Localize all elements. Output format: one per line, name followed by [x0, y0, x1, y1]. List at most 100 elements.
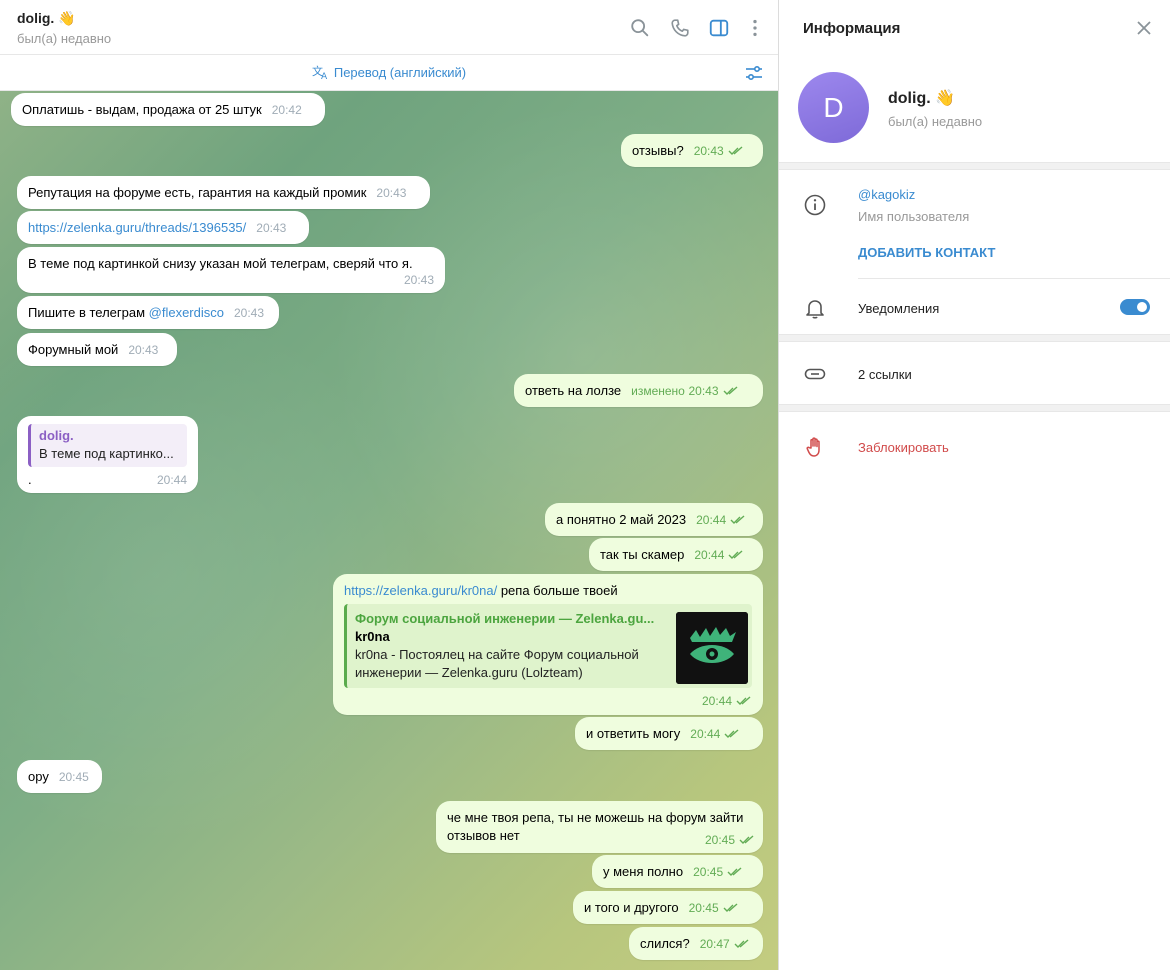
- close-icon[interactable]: [1136, 20, 1152, 36]
- toggle-knob: [1135, 300, 1149, 314]
- add-contact-button[interactable]: ДОБАВИТЬ КОНТАКТ: [858, 245, 995, 260]
- shared-links-item[interactable]: 2 ссылки: [858, 367, 912, 382]
- sidebar-toggle-icon[interactable]: [708, 17, 730, 39]
- read-checkmarks-icon: [723, 386, 737, 395]
- info-panel: Информация D dolig. 👋 был(а) недавно @ka…: [779, 0, 1170, 970]
- message-time: 20:44: [690, 727, 721, 741]
- reply-quote[interactable]: dolig. В теме под картинко...: [28, 424, 187, 467]
- message-time: 20:43: [256, 221, 287, 235]
- svg-text:A: A: [321, 72, 328, 80]
- hand-block-icon: [806, 437, 820, 457]
- translate-icon: 文A: [312, 64, 328, 82]
- telegram-window: dolig. 👋 был(а) недавно 文 A Перевод (англи…: [0, 0, 1170, 970]
- block-user-button[interactable]: Заблокировать: [858, 440, 949, 455]
- read-checkmarks-icon: [730, 515, 745, 524]
- message-incoming[interactable]: Пишите в телеграм @flexerdisco 20:43: [17, 296, 279, 329]
- link-preview-title: kr0na: [355, 629, 390, 644]
- message-time: 20:42: [271, 103, 302, 117]
- chat-title[interactable]: dolig. 👋: [17, 10, 76, 27]
- message-incoming[interactable]: https://zelenka.guru/threads/1396535/20:…: [17, 211, 309, 244]
- message-time: 20:44: [156, 473, 187, 487]
- message-list[interactable]: Оплатишь - выдам, продажа от 25 штук 20:4…: [0, 91, 778, 970]
- chat-panel: dolig. 👋 был(а) недавно 文 A Перевод (англи…: [0, 0, 779, 970]
- message-time: 20:45: [688, 901, 719, 915]
- message-time: 20:43: [403, 273, 434, 287]
- message-time: 20:47: [699, 937, 730, 951]
- message-incoming[interactable]: Форумный мой 20:43: [17, 333, 177, 366]
- message-time: 20:43: [233, 306, 265, 320]
- more-vertical-icon[interactable]: [744, 17, 766, 39]
- read-checkmarks-icon: [728, 550, 743, 559]
- profile-name: dolig. 👋: [888, 90, 956, 107]
- message-outgoing[interactable]: ответь на лолзе изменено 20:43: [514, 374, 763, 407]
- row-divider: [858, 278, 1170, 279]
- message-outgoing[interactable]: у меня полно 20:45: [592, 855, 763, 888]
- message-text: Оплатишь - выдам, продажа от 25 штук: [22, 102, 262, 117]
- message-text: Пишите в телеграм: [28, 305, 149, 320]
- message-text: и того и другого: [584, 900, 679, 915]
- message-incoming[interactable]: dolig. В теме под картинко... . 20:44: [17, 416, 198, 493]
- translate-label: Перевод (английский): [333, 65, 467, 80]
- translate-bar: 文 A Перевод (английский): [0, 55, 778, 91]
- message-text: .: [28, 472, 32, 487]
- message-text-line2: отзывов нет: [447, 828, 520, 843]
- message-link[interactable]: https://zelenka.guru/threads/1396535/: [28, 220, 246, 235]
- avatar[interactable]: D: [798, 72, 869, 143]
- section-divider: [779, 334, 1170, 342]
- message-incoming[interactable]: Оплатишь - выдам, продажа от 25 штук 20:4…: [11, 93, 325, 126]
- message-outgoing[interactable]: и ответить могу 20:44: [575, 717, 763, 750]
- message-outgoing[interactable]: отзывы? 20:43: [621, 134, 763, 167]
- message-text: а понятно 2 май 2023: [556, 512, 687, 527]
- message-text: и ответить могу: [586, 726, 681, 741]
- message-time: 20:44: [696, 513, 727, 527]
- message-outgoing[interactable]: а понятно 2 май 2023 20:44: [545, 503, 763, 536]
- notifications-toggle[interactable]: [1120, 299, 1150, 315]
- message-time: 20:45: [704, 833, 735, 847]
- username-link[interactable]: @kagokiz: [858, 187, 915, 202]
- link-preview[interactable]: Форум социальной инженерии — Zelenka.gu.…: [344, 604, 752, 688]
- message-time: 20:45: [58, 770, 89, 784]
- read-checkmarks-icon: [728, 146, 743, 155]
- section-divider: [779, 162, 1170, 170]
- message-time: 20:43: [376, 186, 407, 200]
- chat-status: был(а) недавно: [17, 31, 112, 46]
- message-outgoing[interactable]: и того и другого 20:45: [573, 891, 763, 924]
- filter-settings-icon[interactable]: [744, 63, 764, 83]
- message-text: В теме под картинкой снизу указан мой те…: [28, 256, 413, 271]
- reply-text: В теме под картинко...: [39, 446, 174, 461]
- message-text: ответь на лолзе: [525, 383, 622, 398]
- chat-header: dolig. 👋 был(а) недавно: [0, 0, 778, 55]
- profile-status: был(а) недавно: [888, 114, 983, 129]
- message-time: 20:44: [701, 694, 732, 708]
- read-checkmarks-icon: [723, 903, 738, 912]
- message-outgoing[interactable]: слился? 20:47: [629, 927, 763, 960]
- message-incoming[interactable]: ору 20:45: [17, 760, 102, 793]
- info-title: Информация: [803, 20, 901, 37]
- message-incoming[interactable]: В теме под картинкой снизу указан мой те…: [17, 247, 445, 293]
- search-icon[interactable]: [629, 17, 651, 39]
- message-text: репа больше твоей: [497, 583, 618, 598]
- link-icon: [804, 368, 826, 380]
- info-icon: [804, 194, 826, 216]
- message-mention[interactable]: @flexerdisco: [149, 305, 224, 320]
- message-outgoing[interactable]: че мне твоя репа, ты не можешь на форум …: [436, 801, 763, 853]
- message-text: Репутация на форуме есть, гарантия на ка…: [28, 185, 367, 200]
- message-text: отзывы?: [632, 143, 684, 158]
- message-time: 20:43: [693, 144, 724, 158]
- eye-logo-icon: [676, 612, 748, 684]
- message-text: че мне твоя репа, ты не можешь на форум …: [447, 810, 744, 825]
- message-link[interactable]: https://zelenka.guru/kr0na/: [344, 583, 497, 598]
- translate-button[interactable]: 文 A Перевод (английский): [0, 64, 778, 82]
- message-time: 20:43: [688, 384, 719, 398]
- message-time: 20:44: [694, 548, 725, 562]
- message-outgoing[interactable]: https://zelenka.guru/kr0na/ репа больше …: [333, 574, 763, 715]
- message-text: Форумный мой: [28, 342, 119, 357]
- read-checkmarks-icon: [739, 835, 754, 844]
- phone-icon[interactable]: [669, 17, 691, 39]
- message-time: 20:45: [693, 865, 724, 879]
- message-text: слился?: [640, 936, 690, 951]
- message-outgoing[interactable]: так ты скамер 20:44: [589, 538, 763, 571]
- read-checkmarks-icon: [724, 729, 739, 738]
- message-incoming[interactable]: Репутация на форуме есть, гарантия на ка…: [17, 176, 430, 209]
- read-checkmarks-icon: [736, 696, 751, 705]
